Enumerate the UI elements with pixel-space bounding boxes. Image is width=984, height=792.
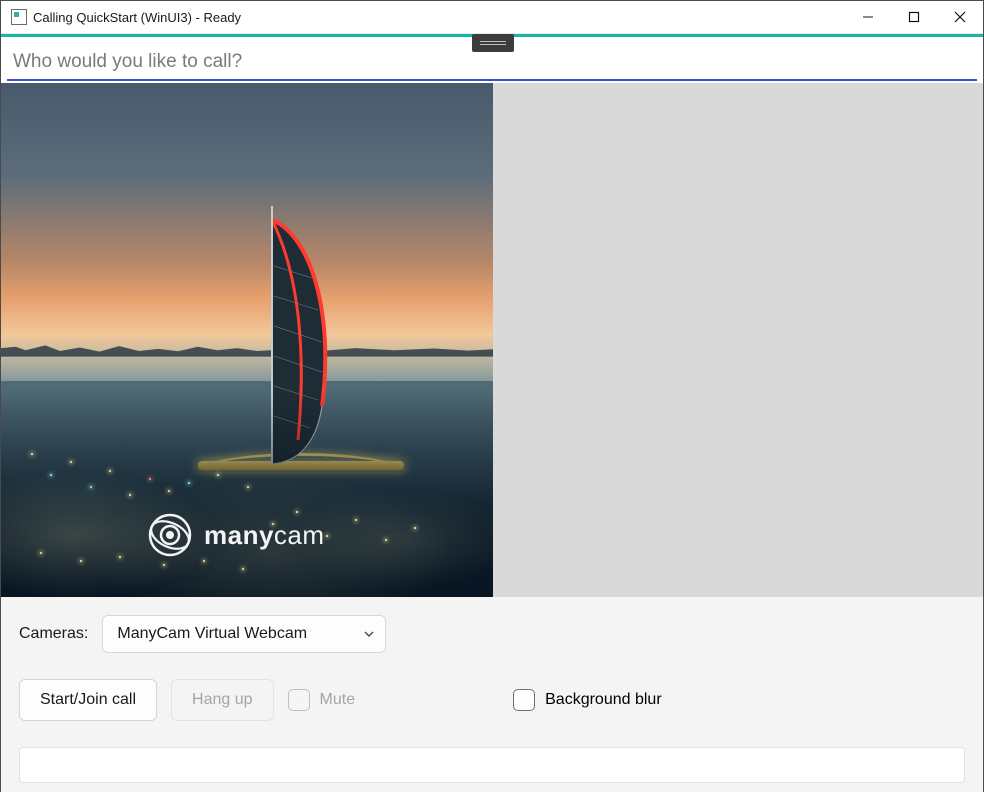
chevron-down-icon (363, 628, 375, 640)
status-strip (19, 747, 965, 783)
checkbox-box-icon (288, 689, 310, 711)
manycam-watermark: manycam (146, 511, 325, 559)
hang-up-button[interactable]: Hang up (171, 679, 274, 721)
manycam-watermark-text: manycam (204, 520, 325, 551)
cameras-label: Cameras: (19, 625, 88, 643)
background-blur-checkbox[interactable]: Background blur (513, 689, 662, 711)
maximize-button[interactable] (891, 1, 937, 33)
grip-handle-icon[interactable] (472, 34, 514, 52)
background-blur-label: Background blur (545, 691, 662, 709)
camera-select[interactable]: ManyCam Virtual Webcam (102, 615, 386, 653)
controls-panel: Cameras: ManyCam Virtual Webcam Start/Jo… (1, 597, 983, 792)
window-title: Calling QuickStart (WinUI3) - Ready (33, 10, 241, 25)
manycam-logo-icon (146, 511, 194, 559)
mute-label: Mute (320, 691, 356, 709)
titlebar: Calling QuickStart (WinUI3) - Ready (1, 1, 983, 34)
minimize-button[interactable] (845, 1, 891, 33)
app-window: Calling QuickStart (WinUI3) - Ready (0, 0, 984, 792)
start-join-call-label: Start/Join call (40, 691, 136, 709)
camera-select-value: ManyCam Virtual Webcam (117, 625, 307, 643)
close-button[interactable] (937, 1, 983, 33)
app-icon (11, 9, 27, 25)
local-video-preview: manycam (1, 83, 493, 597)
start-join-call-button[interactable]: Start/Join call (19, 679, 157, 721)
checkbox-box-icon (513, 689, 535, 711)
mute-checkbox[interactable]: Mute (288, 689, 356, 711)
hang-up-label: Hang up (192, 691, 253, 709)
remote-video-placeholder (493, 83, 983, 597)
video-row: manycam (1, 83, 983, 597)
